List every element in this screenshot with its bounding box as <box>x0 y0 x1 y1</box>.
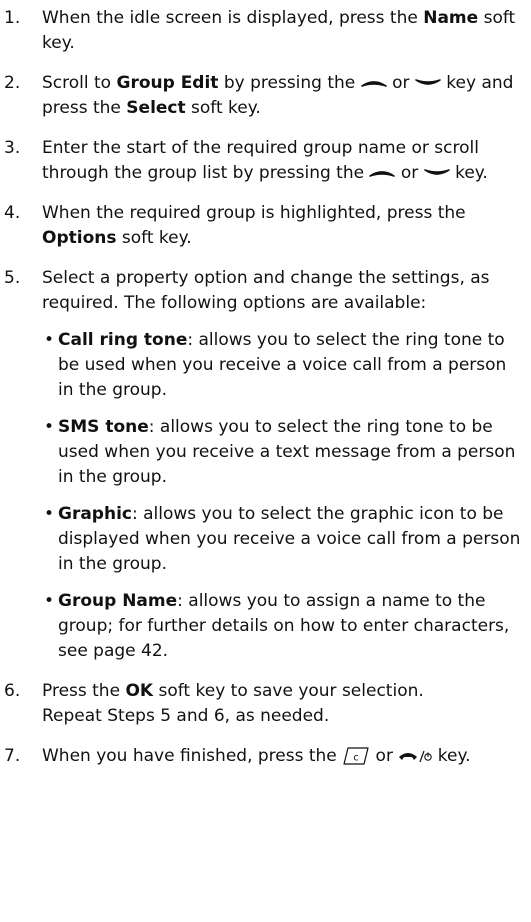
step-number: 4. <box>4 203 21 223</box>
step-number: 2. <box>4 73 21 93</box>
option-item: Graphic: allows you to select the graphi… <box>42 502 523 577</box>
step-note: Repeat Steps 5 and 6, as needed. <box>42 706 330 726</box>
option-item: SMS tone: allows you to select the ring … <box>42 415 523 490</box>
step-4: 4. When the required group is highlighte… <box>0 201 531 251</box>
step-text: Enter the start of the required group na… <box>42 138 488 183</box>
clear-key-icon: c <box>342 746 370 766</box>
svg-text:c: c <box>353 753 359 764</box>
scroll-up-key-icon <box>369 168 396 178</box>
option-item: Call ring tone: allows you to select the… <box>42 328 523 403</box>
scroll-down-key-icon <box>415 78 441 88</box>
step-3: 3. Enter the start of the required group… <box>0 136 531 186</box>
option-item: Group Name: allows you to assign a name … <box>42 589 523 664</box>
end-power-key-icon <box>398 748 433 764</box>
scroll-down-key-icon <box>423 168 450 178</box>
step-6: 6. Press the OK soft key to save your se… <box>0 679 531 729</box>
step-1: 1. When the idle screen is displayed, pr… <box>0 6 531 56</box>
option-list: Call ring tone: allows you to select the… <box>42 328 523 664</box>
step-text: When the required group is highlighted, … <box>42 203 466 248</box>
step-number: 6. <box>4 681 21 701</box>
step-text: Scroll to Group Edit by pressing the or … <box>42 73 514 118</box>
step-text: When the idle screen is displayed, press… <box>42 8 516 53</box>
step-5: 5. Select a property option and change t… <box>0 266 531 664</box>
step-text: Select a property option and change the … <box>42 268 490 313</box>
instruction-page: 1. When the idle screen is displayed, pr… <box>0 0 531 769</box>
step-number: 1. <box>4 8 21 28</box>
step-number: 3. <box>4 138 21 158</box>
step-2: 2. Scroll to Group Edit by pressing the … <box>0 71 531 121</box>
step-text: When you have finished, press the c or k… <box>42 746 471 766</box>
step-7: 7. When you have finished, press the c o… <box>0 744 531 769</box>
scroll-up-key-icon <box>360 78 387 88</box>
step-number: 7. <box>4 746 21 766</box>
step-number: 5. <box>4 268 21 288</box>
step-text: Press the OK soft key to save your selec… <box>42 681 424 701</box>
